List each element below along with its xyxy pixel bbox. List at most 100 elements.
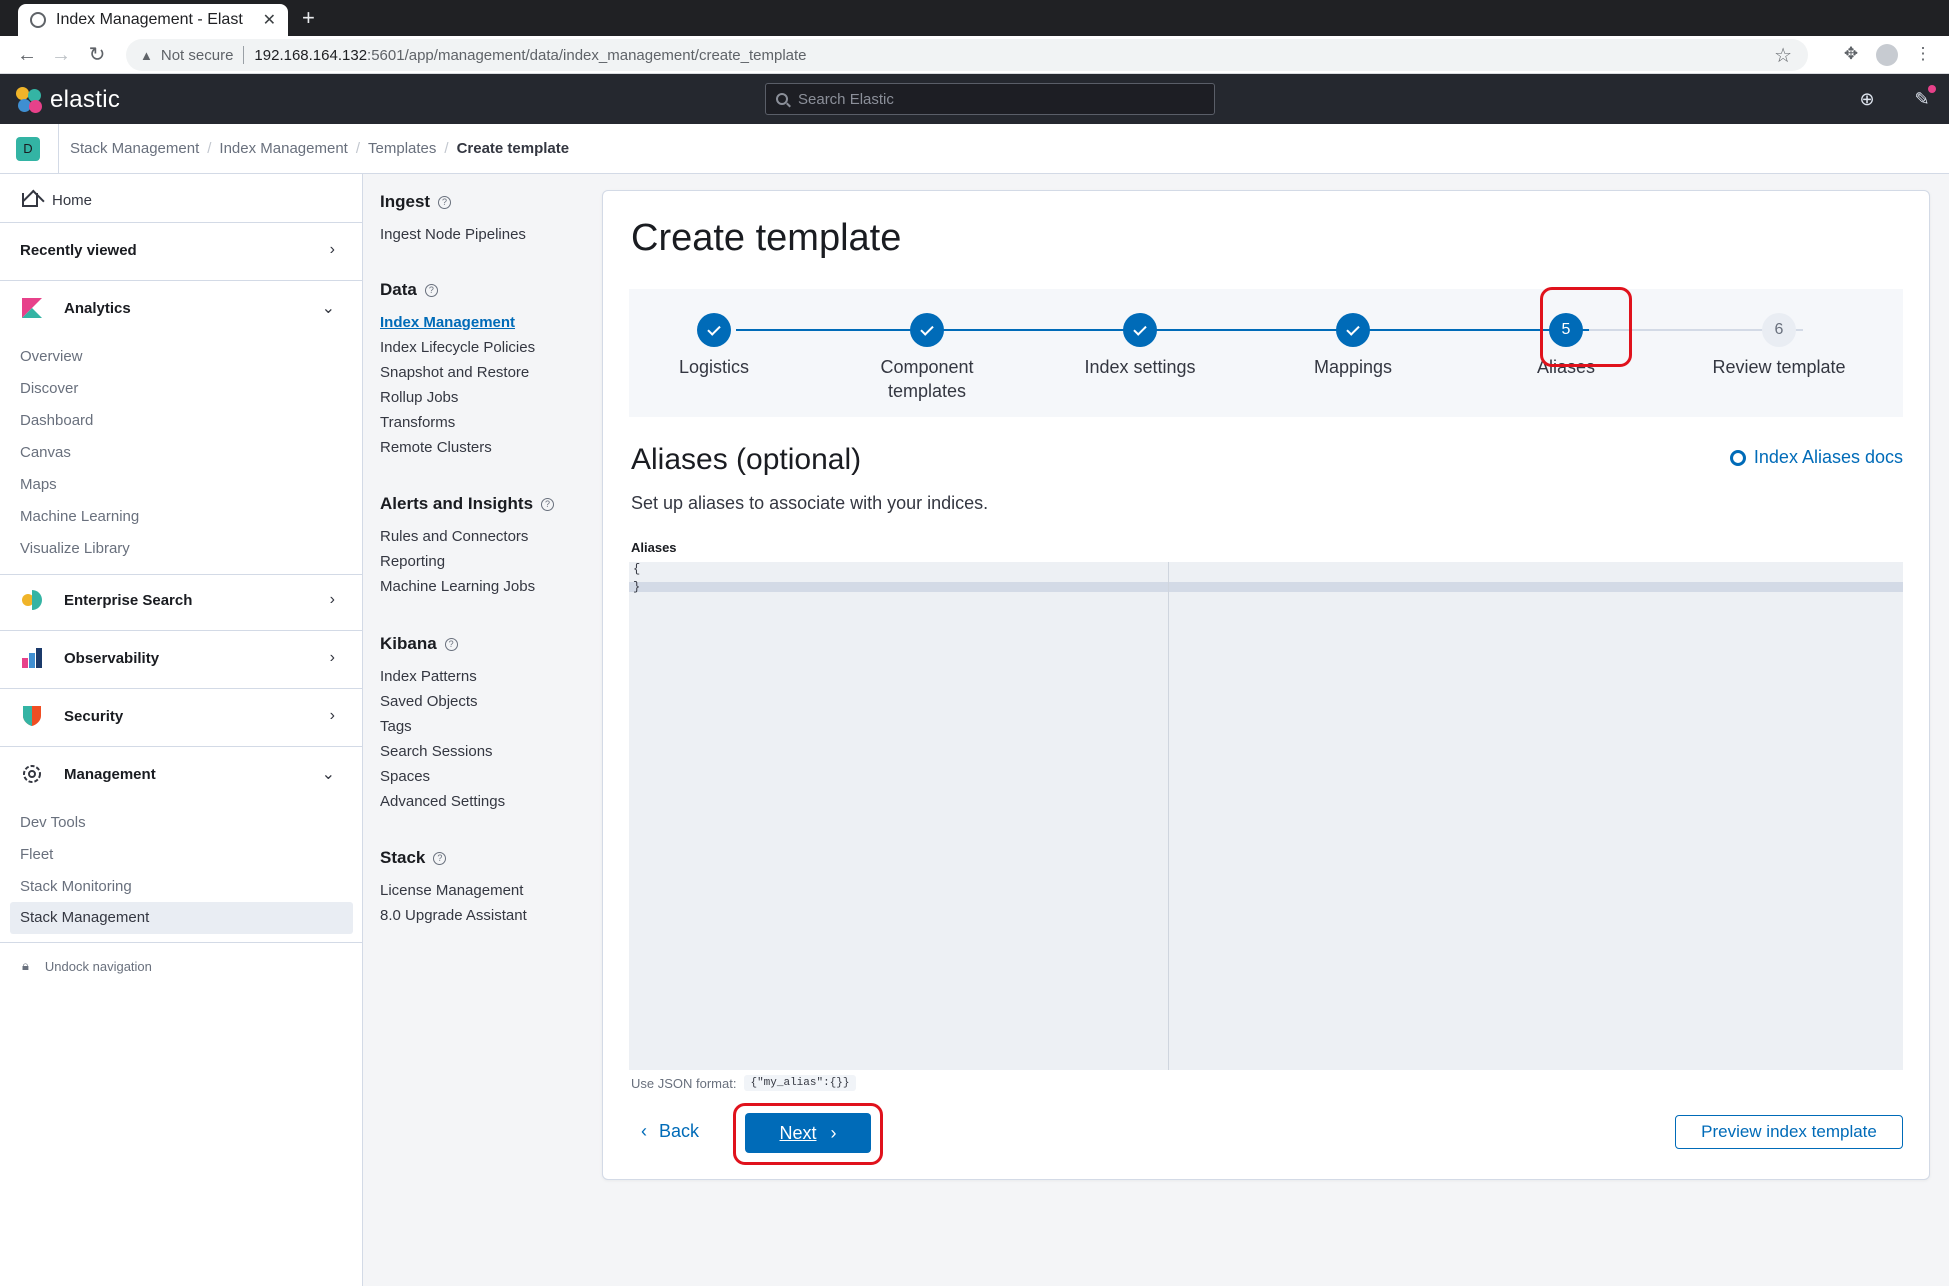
mgmt-item-ingest-node-pipelines[interactable]: Ingest Node Pipelines (380, 226, 526, 243)
mgmt-item-tags[interactable]: Tags (380, 718, 412, 735)
extensions-puzzle-icon[interactable]: ✥ (1840, 44, 1862, 66)
step-complete-check-icon (697, 313, 731, 347)
search-input[interactable] (798, 90, 1198, 108)
reload-icon[interactable]: ↻ (84, 42, 110, 68)
mgmt-section-title: Kibana (380, 634, 437, 653)
profile-avatar-icon[interactable] (1876, 44, 1898, 66)
nav-enterprise-search[interactable]: Enterprise Search › (0, 588, 363, 612)
nav-management-label: Management (64, 765, 156, 783)
nav-item-stack-management[interactable]: Stack Management (10, 902, 353, 934)
mgmt-item-search-sessions[interactable]: Search Sessions (380, 743, 493, 760)
breadcrumb-current: Create template (456, 140, 570, 157)
browser-tab[interactable]: Index Management - Elast ✕ (18, 4, 288, 36)
breadcrumb-templates[interactable]: Templates (368, 140, 436, 157)
question-icon: ? (444, 637, 458, 651)
back-button[interactable]: ‹ Back (641, 1121, 699, 1142)
editor-line: } (633, 580, 641, 594)
nav-item-dev-tools[interactable]: Dev Tools (20, 814, 86, 831)
step-mappings[interactable]: Mappings (1263, 313, 1443, 379)
editor-active-line (629, 582, 1903, 592)
mgmt-item-upgrade-assistant[interactable]: 8.0 Upgrade Assistant (380, 907, 527, 924)
nav-divider (0, 630, 363, 631)
nav-home-label: Home (52, 191, 93, 209)
breadcrumb-stack-management[interactable]: Stack Management (70, 140, 199, 157)
step-logistics[interactable]: Logistics (624, 313, 804, 379)
nav-divider (0, 574, 363, 575)
mgmt-item-index-management[interactable]: Index Management (380, 314, 515, 331)
mgmt-item-rollup-jobs[interactable]: Rollup Jobs (380, 389, 458, 406)
logo-text: elastic (50, 86, 121, 113)
step-index-settings[interactable]: Index settings (1050, 313, 1230, 379)
nav-item-dashboard[interactable]: Dashboard (20, 412, 93, 429)
steps-wizard: Logistics Component templates Index sett… (629, 289, 1903, 417)
nav-undock[interactable]: 🔒︎ Undock navigation (0, 956, 363, 976)
browser-menu-icon[interactable]: ⋮ (1912, 44, 1934, 66)
kibana-header: elastic ⊕ ✎ (0, 74, 1949, 124)
breadcrumb-separator: / (444, 140, 449, 157)
preview-index-template-button[interactable]: Preview index template (1675, 1115, 1903, 1149)
nav-management[interactable]: Management ⌄ (0, 762, 363, 786)
enterprise-search-icon (20, 588, 44, 612)
nav-item-maps[interactable]: Maps (20, 476, 57, 493)
address-bar[interactable]: ▲ Not secure 192.168.164.132 :5601/app/m… (126, 39, 1808, 71)
index-aliases-docs-link[interactable]: Index Aliases docs (1729, 447, 1903, 468)
news-feed-icon[interactable]: ✎ (1910, 85, 1936, 111)
step-component-templates[interactable]: Component templates (837, 313, 1017, 403)
mgmt-item-index-lifecycle-policies[interactable]: Index Lifecycle Policies (380, 339, 535, 356)
nav-item-canvas[interactable]: Canvas (20, 444, 71, 461)
undock-navigation-label: Undock navigation (44, 958, 152, 974)
breadcrumb-index-management[interactable]: Index Management (219, 140, 347, 157)
gear-icon (20, 762, 44, 786)
nav-home[interactable]: Home (0, 188, 363, 212)
aliases-step-highlight (1540, 287, 1632, 367)
mgmt-item-remote-clusters[interactable]: Remote Clusters (380, 439, 492, 456)
nav-item-discover[interactable]: Discover (20, 380, 78, 397)
nav-item-visualize-library[interactable]: Visualize Library (20, 540, 130, 557)
page-title: Create template (631, 217, 902, 259)
mgmt-item-advanced-settings[interactable]: Advanced Settings (380, 793, 505, 810)
global-search[interactable] (765, 83, 1215, 115)
breadcrumb: Stack Management / Index Management / Te… (70, 140, 569, 157)
elastic-logo[interactable]: elastic (16, 86, 120, 114)
question-icon: ? (541, 497, 555, 511)
nav-item-machine-learning[interactable]: Machine Learning (20, 508, 139, 525)
editor-print-margin (1168, 562, 1169, 1070)
nav-item-fleet[interactable]: Fleet (20, 846, 53, 863)
step-review-template[interactable]: 6 Review template (1689, 313, 1869, 379)
mgmt-section-alerts: Alerts and Insights ? (380, 494, 555, 514)
forward-arrow-icon[interactable]: → (48, 42, 74, 68)
next-button-highlight (733, 1103, 883, 1165)
nav-item-stack-monitoring[interactable]: Stack Monitoring (20, 878, 132, 895)
mgmt-item-license-management[interactable]: License Management (380, 882, 523, 899)
nav-recently-viewed[interactable]: Recently viewed › (0, 238, 363, 262)
mgmt-item-machine-learning-jobs[interactable]: Machine Learning Jobs (380, 578, 535, 595)
nav-analytics[interactable]: Analytics ⌄ (0, 296, 363, 320)
breadcrumb-bar: D Stack Management / Index Management / … (0, 124, 1949, 174)
close-tab-icon[interactable]: ✕ (263, 10, 276, 30)
mgmt-item-snapshot-and-restore[interactable]: Snapshot and Restore (380, 364, 529, 381)
kibana-favicon-icon (30, 12, 46, 28)
step-number: 6 (1762, 313, 1796, 347)
mgmt-item-reporting[interactable]: Reporting (380, 553, 445, 570)
help-lifebuoy-icon[interactable]: ⊕ (1855, 87, 1879, 111)
step-label: Mappings (1313, 357, 1393, 377)
question-icon: ? (433, 851, 447, 865)
new-tab-icon[interactable]: + (302, 6, 315, 30)
breadcrumb-separator: / (207, 140, 212, 157)
back-arrow-icon[interactable]: ← (14, 42, 40, 68)
nav-item-overview[interactable]: Overview (20, 348, 83, 365)
aliases-json-editor[interactable]: { } (629, 562, 1903, 1070)
step-label: Component templates (880, 357, 974, 401)
bookmark-star-icon[interactable]: ☆ (1774, 43, 1792, 68)
url-host: 192.168.164.132 (254, 46, 368, 64)
url-path: :5601/app/management/data/index_manageme… (367, 46, 807, 64)
nav-security[interactable]: Security › (0, 704, 363, 728)
mgmt-item-spaces[interactable]: Spaces (380, 768, 430, 785)
nav-observability[interactable]: Observability › (0, 646, 363, 670)
mgmt-item-transforms[interactable]: Transforms (380, 414, 455, 431)
space-avatar[interactable]: D (16, 137, 40, 161)
mgmt-item-rules-and-connectors[interactable]: Rules and Connectors (380, 528, 528, 545)
mgmt-item-saved-objects[interactable]: Saved Objects (380, 693, 478, 710)
mgmt-item-index-patterns[interactable]: Index Patterns (380, 668, 477, 685)
lifebuoy-icon (1729, 449, 1746, 466)
